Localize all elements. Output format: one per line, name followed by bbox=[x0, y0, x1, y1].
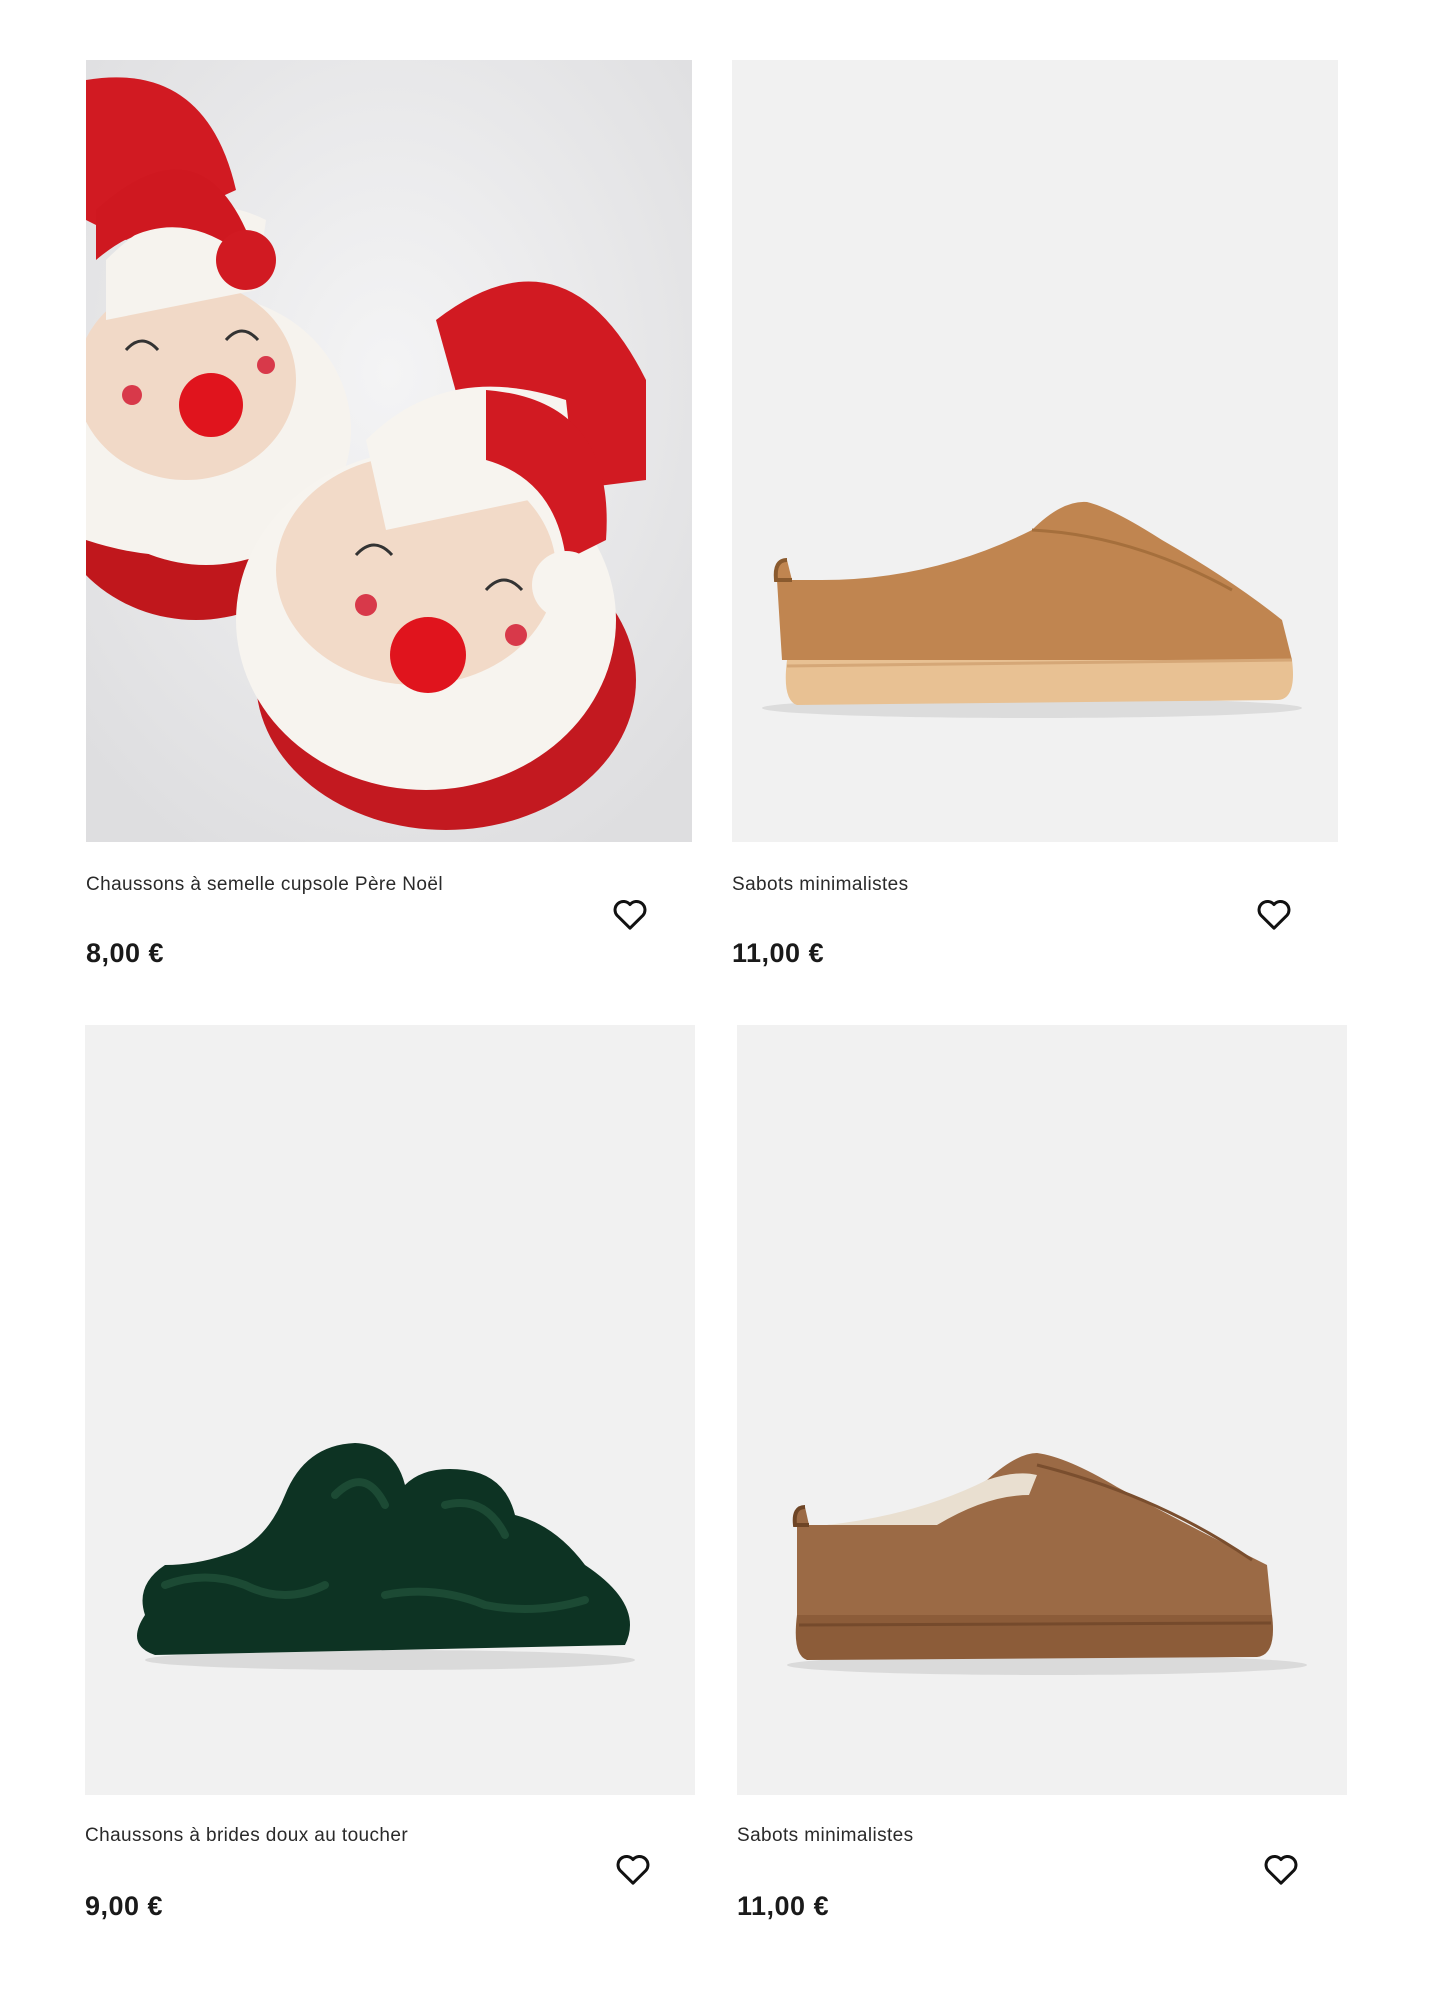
product-price: 8,00 € bbox=[86, 938, 165, 968]
product-name[interactable]: Sabots minimalistes bbox=[732, 874, 909, 896]
product-image-green-fur-slide[interactable] bbox=[85, 1025, 695, 1795]
wishlist-button[interactable] bbox=[611, 1847, 655, 1891]
product-card-3[interactable]: Chaussons à brides doux au toucher 9,00 … bbox=[85, 1025, 695, 1955]
product-image-tan-clog[interactable] bbox=[732, 60, 1338, 842]
wishlist-button[interactable] bbox=[608, 892, 652, 936]
product-name[interactable]: Sabots minimalistes bbox=[737, 1825, 914, 1847]
product-image-santa-slippers[interactable] bbox=[86, 60, 692, 842]
product-image-brown-clog[interactable] bbox=[737, 1025, 1347, 1795]
heart-outline-icon bbox=[1257, 899, 1291, 930]
wishlist-button[interactable] bbox=[1252, 892, 1296, 936]
heart-outline-icon bbox=[616, 1854, 650, 1885]
product-price: 9,00 € bbox=[85, 1891, 164, 1921]
product-price: 11,00 € bbox=[732, 938, 825, 968]
heart-outline-icon bbox=[613, 899, 647, 930]
heart-outline-icon bbox=[1264, 1854, 1298, 1885]
wishlist-button[interactable] bbox=[1259, 1847, 1303, 1891]
product-name[interactable]: Chaussons à brides doux au toucher bbox=[85, 1825, 408, 1847]
product-card-2[interactable]: Sabots minimalistes 11,00 € bbox=[732, 60, 1338, 980]
product-name[interactable]: Chaussons à semelle cupsole Père Noël bbox=[86, 874, 443, 896]
product-card-4[interactable]: Sabots minimalistes 11,00 € bbox=[737, 1025, 1347, 1955]
product-price: 11,00 € bbox=[737, 1891, 830, 1921]
product-card-1[interactable]: Chaussons à semelle cupsole Père Noël 8,… bbox=[86, 60, 692, 980]
